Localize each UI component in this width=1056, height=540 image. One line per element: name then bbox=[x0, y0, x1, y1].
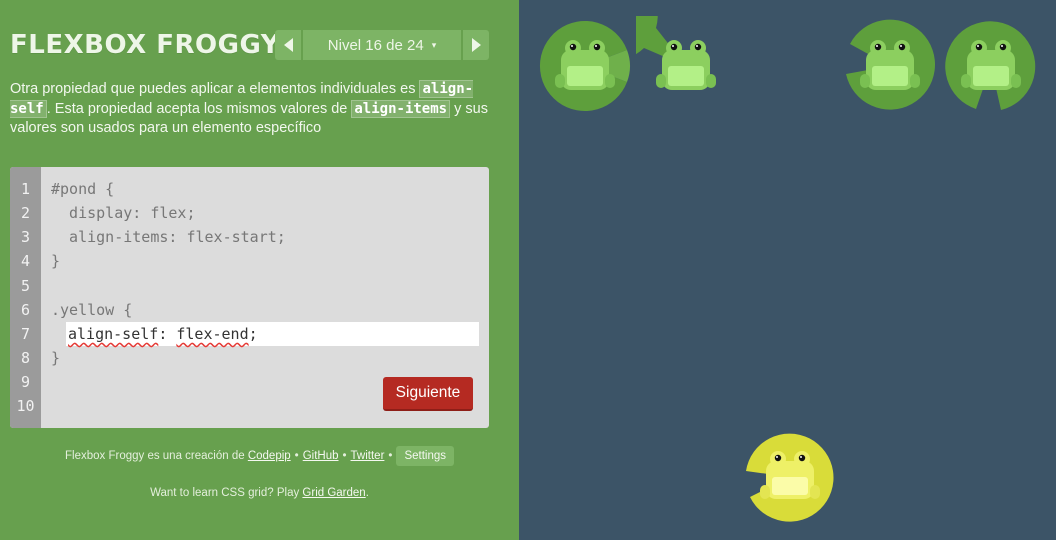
green-lilypad-icon bbox=[539, 21, 630, 111]
level-navigator: Nivel 16 de 24 ▾ bbox=[275, 30, 489, 60]
green-lilypad-icon bbox=[636, 16, 716, 90]
code-line: #pond { bbox=[51, 180, 115, 198]
line-number-gutter: 1 2 3 4 5 6 7 8 9 10 bbox=[10, 167, 41, 428]
credits: Flexbox Froggy es una creación de Codepi… bbox=[0, 446, 519, 466]
grid-garden-promo: Want to learn CSS grid? Play Grid Garden… bbox=[0, 484, 519, 502]
separator-dot: • bbox=[388, 450, 393, 462]
arrow-left-icon bbox=[283, 38, 293, 52]
next-level-button[interactable] bbox=[463, 30, 489, 60]
green-frog-4 bbox=[941, 16, 1041, 116]
code-line: align-items: flex-start; bbox=[51, 228, 286, 246]
line-number: 10 bbox=[16, 397, 35, 415]
instructions: Otra propiedad que puedes aplicar a elem… bbox=[10, 80, 490, 139]
separator-dot: • bbox=[342, 450, 347, 462]
code-line: .yellow { bbox=[51, 301, 133, 319]
code-line: } bbox=[51, 252, 61, 270]
line-number: 1 bbox=[20, 180, 31, 198]
line-number: 7 bbox=[20, 325, 31, 343]
instructions-text-2: . Esta propiedad acepta los mismos valor… bbox=[46, 100, 352, 117]
yellow-frog bbox=[740, 427, 840, 527]
line-number: 6 bbox=[20, 301, 31, 319]
code-editor: 1 2 3 4 5 6 7 8 9 10 #pond { display: fl… bbox=[10, 167, 489, 428]
green-lilypad-icon bbox=[945, 21, 1036, 110]
input-separator: : bbox=[158, 325, 177, 343]
line-number: 3 bbox=[20, 228, 31, 246]
codepip-link[interactable]: Codepip bbox=[248, 450, 291, 462]
github-link[interactable]: GitHub bbox=[303, 450, 339, 462]
yellow-lilypad-icon bbox=[746, 433, 834, 522]
line-number: 9 bbox=[20, 373, 31, 391]
separator-dot: • bbox=[294, 450, 299, 462]
settings-button[interactable]: Settings bbox=[396, 446, 454, 466]
code-line: } bbox=[51, 349, 61, 367]
css-answer-input[interactable]: align-self: flex-end; bbox=[66, 322, 479, 346]
input-value: flex-end bbox=[176, 325, 249, 343]
level-dropdown[interactable]: Nivel 16 de 24 ▾ bbox=[303, 30, 461, 60]
input-property: align-self bbox=[68, 325, 159, 343]
green-lilypad-icon bbox=[846, 19, 936, 110]
green-frog-1 bbox=[535, 16, 635, 116]
previous-level-button[interactable] bbox=[275, 30, 301, 60]
caret-down-icon: ▾ bbox=[431, 39, 437, 50]
grid-end: . bbox=[365, 487, 369, 499]
instructions-text-1: Otra propiedad que puedes aplicar a elem… bbox=[10, 81, 420, 97]
code-align-items: align-items bbox=[351, 99, 451, 118]
twitter-link[interactable]: Twitter bbox=[351, 450, 385, 462]
line-number: 5 bbox=[20, 277, 31, 295]
line-number: 4 bbox=[20, 252, 31, 270]
sidebar: FLEXBOX FROGGY Nivel 16 de 24 ▾ Otra pro… bbox=[0, 0, 519, 540]
code-line: display: flex; bbox=[51, 204, 196, 222]
game-title: FLEXBOX FROGGY bbox=[10, 30, 281, 60]
level-label: Nivel 16 de 24 bbox=[327, 36, 424, 54]
line-number: 2 bbox=[20, 204, 31, 222]
green-frog-3 bbox=[840, 16, 940, 116]
line-number: 8 bbox=[20, 349, 31, 367]
arrow-right-icon bbox=[471, 38, 481, 52]
green-frog-2 bbox=[636, 16, 736, 116]
credit-text: Flexbox Froggy es una creación de bbox=[65, 450, 248, 462]
grid-text: Want to learn CSS grid? Play bbox=[150, 487, 303, 499]
grid-garden-link[interactable]: Grid Garden bbox=[302, 487, 365, 499]
input-end: ; bbox=[248, 325, 258, 343]
next-button[interactable]: Siguiente bbox=[383, 377, 473, 411]
